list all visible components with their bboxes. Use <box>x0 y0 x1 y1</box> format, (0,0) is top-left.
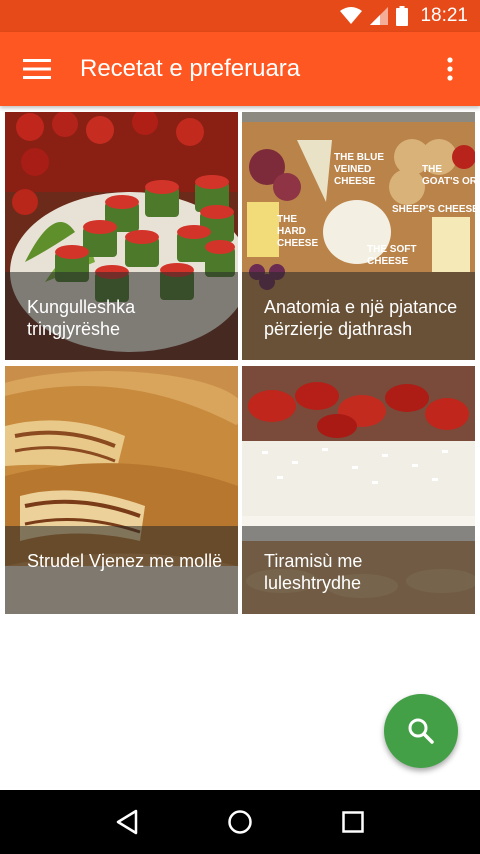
page-title: Recetat e preferuara <box>80 55 301 82</box>
menu-button[interactable] <box>14 49 60 89</box>
recipe-title: Anatomia e një pjatance përzierje djathr… <box>242 272 475 360</box>
battery-icon <box>396 6 409 26</box>
recipe-title: Kungulleshka tringjyrëshe <box>5 272 238 360</box>
svg-text:GOAT'S OR: GOAT'S OR <box>422 176 475 187</box>
signal-icon <box>370 7 389 25</box>
svg-text:VEINED: VEINED <box>334 164 371 175</box>
svg-text:CHEESE: CHEESE <box>277 238 318 249</box>
status-bar: 18:21 <box>0 0 480 32</box>
app-bar: Recetat e preferuara <box>0 32 480 106</box>
more-vert-icon <box>447 57 453 81</box>
svg-text:HARD: HARD <box>277 226 306 237</box>
svg-text:THE: THE <box>422 164 442 175</box>
recents-icon <box>342 811 365 833</box>
recipe-card[interactable]: Kungulleshka tringjyrëshe <box>5 112 238 360</box>
recipe-title: Strudel Vjenez me mollë <box>5 526 238 614</box>
back-icon <box>116 809 137 835</box>
clock: 18:21 <box>420 5 468 26</box>
search-fab[interactable] <box>384 694 458 768</box>
recipe-title: Tiramisù me luleshtrydhe <box>242 526 475 614</box>
menu-icon <box>23 59 51 79</box>
svg-text:THE SOFT: THE SOFT <box>367 244 416 255</box>
home-button[interactable] <box>220 802 260 842</box>
search-icon <box>408 718 434 744</box>
recents-button[interactable] <box>333 802 373 842</box>
recipe-card[interactable]: THE BLUE VEINED CHEESE THE GOAT'S OR SHE… <box>242 112 475 360</box>
svg-text:THE: THE <box>277 214 297 225</box>
overflow-menu-button[interactable] <box>430 49 470 89</box>
back-button[interactable] <box>107 802 147 842</box>
svg-text:CHEESE: CHEESE <box>334 176 375 187</box>
recipe-card[interactable]: Tiramisù me luleshtrydhe <box>242 366 475 614</box>
wifi-icon <box>340 7 363 24</box>
recipe-card[interactable]: Strudel Vjenez me mollë <box>5 366 238 614</box>
svg-text:THE BLUE: THE BLUE <box>334 152 384 163</box>
svg-text:SHEEP'S CHEESE: SHEEP'S CHEESE <box>392 204 475 215</box>
system-nav-bar <box>0 790 480 854</box>
home-icon <box>228 810 252 834</box>
svg-text:CHEESE: CHEESE <box>367 256 408 267</box>
status-icons: 18:21 <box>340 0 468 32</box>
